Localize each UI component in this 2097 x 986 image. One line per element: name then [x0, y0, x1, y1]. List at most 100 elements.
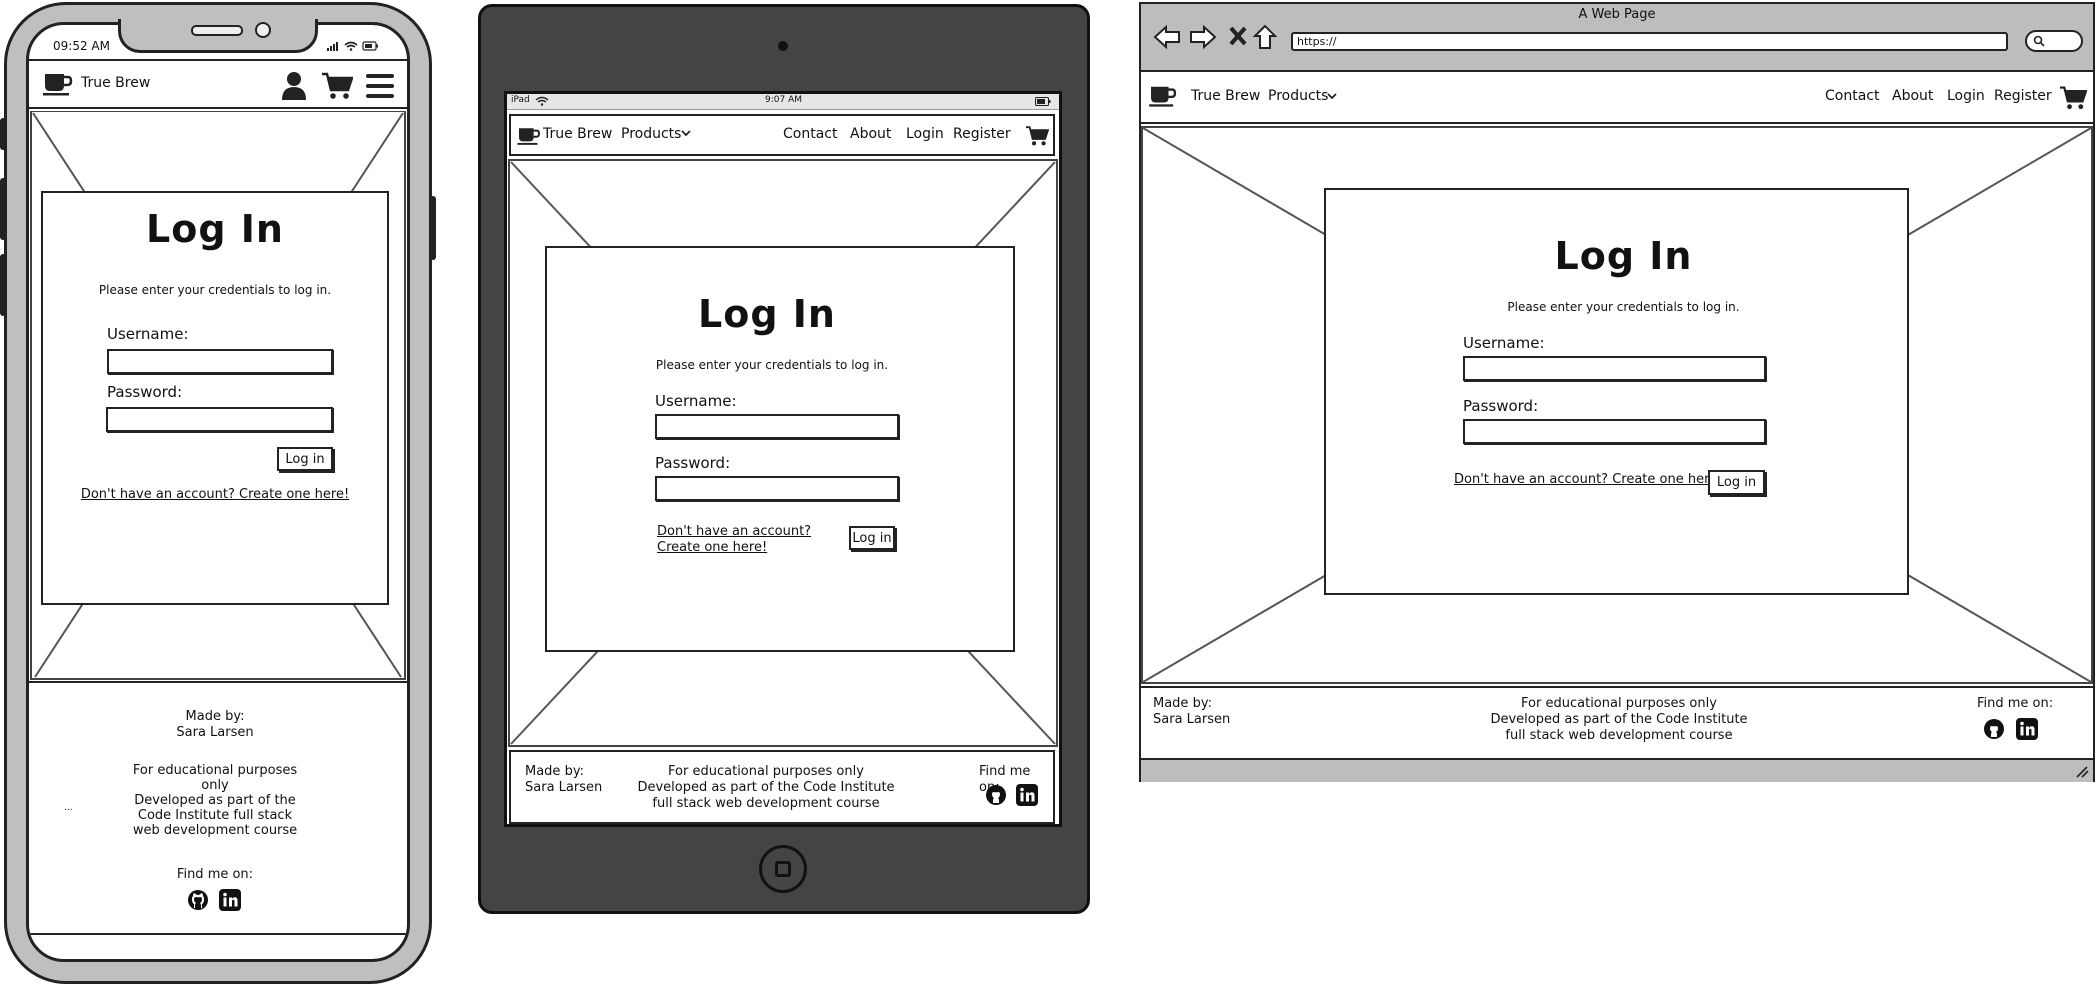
- address-bar[interactable]: https://: [1291, 32, 2008, 51]
- browser-status-bar: [1141, 758, 2093, 782]
- nav-products[interactable]: Products: [621, 126, 681, 142]
- footer-edu-line: web development course: [132, 823, 298, 838]
- coffee-cup-icon[interactable]: [43, 71, 73, 97]
- phone-power-button: [430, 196, 436, 260]
- brand-name[interactable]: True Brew: [1191, 88, 1260, 104]
- battery-icon: [1035, 97, 1051, 106]
- author-name: Sara Larsen: [1153, 712, 1231, 727]
- password-input[interactable]: [1463, 419, 1766, 444]
- password-label: Password:: [1463, 397, 1539, 415]
- linkedin-icon[interactable]: [2016, 718, 2038, 740]
- nav-login[interactable]: Login: [906, 126, 944, 142]
- made-by-label: Made by:: [525, 764, 584, 779]
- nav-contact[interactable]: Contact: [1825, 88, 1879, 104]
- author-name: Sara Larsen: [176, 725, 254, 740]
- coffee-cup-icon[interactable]: [517, 126, 541, 146]
- cart-icon[interactable]: [321, 71, 353, 101]
- username-input[interactable]: [107, 349, 333, 374]
- made-by-label: Made by:: [185, 709, 245, 724]
- wifi-icon: [535, 96, 549, 106]
- footer-edu-line: Developed as part of the Code Institute: [637, 780, 895, 795]
- login-button[interactable]: Log in: [277, 447, 333, 471]
- phone-status-icons: [325, 39, 381, 53]
- search-icon: [2033, 35, 2045, 47]
- back-arrow-icon[interactable]: [1153, 24, 1181, 50]
- brand-name[interactable]: True Brew: [543, 126, 612, 142]
- nav-register[interactable]: Register: [1994, 88, 2052, 104]
- nav-about[interactable]: About: [1892, 88, 1933, 104]
- phone-screen: 09:52 AM True Brew Log In Please enter y…: [26, 22, 410, 962]
- resize-handle-icon[interactable]: [2075, 766, 2089, 778]
- login-title: Log In: [698, 292, 836, 336]
- footer-edu-line: only: [201, 778, 229, 793]
- browser-toolbar: A Web Page https://: [1141, 4, 2093, 72]
- made-by-label: Made by:: [1153, 696, 1212, 711]
- home-icon[interactable]: [1253, 24, 1277, 50]
- signup-link[interactable]: Don't have an account?: [657, 524, 811, 539]
- cart-icon[interactable]: [2059, 85, 2087, 111]
- address-bar-url: https://: [1297, 35, 1337, 48]
- password-input[interactable]: [655, 476, 899, 501]
- tablet-status-time: 9:07 AM: [765, 95, 802, 105]
- login-button[interactable]: Log in: [849, 526, 895, 550]
- home-button-icon[interactable]: [759, 845, 807, 893]
- author-name: Sara Larsen: [525, 780, 603, 795]
- username-input[interactable]: [655, 414, 899, 439]
- tablet-status-device: iPad: [511, 95, 530, 105]
- footer-ellipsis: ...: [64, 803, 73, 813]
- login-button[interactable]: Log in: [1708, 470, 1765, 495]
- footer-edu-line: For educational purposes only: [668, 764, 864, 779]
- cart-icon[interactable]: [1025, 125, 1049, 147]
- tablet-screen: iPad 9:07 AM True Brew Products Contact …: [504, 91, 1062, 827]
- footer-edu-line: Code Institute full stack: [137, 808, 293, 823]
- footer-edu-line: full stack web development course: [1505, 728, 1733, 743]
- login-card: Log In Please enter your credentials to …: [41, 191, 389, 605]
- github-icon[interactable]: [187, 889, 209, 911]
- nav-register[interactable]: Register: [953, 126, 1011, 142]
- user-icon[interactable]: [281, 71, 307, 101]
- hamburger-menu-icon[interactable]: [366, 73, 394, 99]
- chevron-down-icon[interactable]: [1327, 93, 1337, 100]
- camera-icon: [778, 41, 788, 51]
- password-label: Password:: [655, 454, 731, 472]
- find-me-label: Find me on:: [1977, 696, 2054, 711]
- login-instructions: Please enter your credentials to log in.: [98, 283, 332, 297]
- phone-footer: Made by: Sara Larsen For educational pur…: [29, 681, 407, 935]
- github-icon[interactable]: [1983, 718, 2005, 740]
- phone-speaker: [191, 25, 243, 36]
- close-icon[interactable]: [1229, 26, 1247, 46]
- login-instructions: Please enter your credentials to log in.: [655, 358, 889, 372]
- nav-products[interactable]: Products: [1268, 88, 1328, 104]
- search-box[interactable]: [2025, 30, 2083, 52]
- password-input[interactable]: [106, 407, 333, 432]
- forward-arrow-icon[interactable]: [1189, 24, 1217, 50]
- chevron-down-icon[interactable]: [681, 130, 691, 137]
- tablet-footer: Made by: Sara Larsen For educational pur…: [509, 750, 1055, 824]
- linkedin-icon[interactable]: [219, 889, 241, 911]
- signup-link[interactable]: Create one here!: [657, 540, 767, 555]
- login-title: Log In: [146, 207, 284, 251]
- tablet-status-bar: iPad 9:07 AM: [507, 94, 1059, 110]
- signup-link[interactable]: Don't have an account? Create one here!: [1454, 472, 1722, 487]
- phone-status-time: 09:52 AM: [53, 39, 110, 53]
- nav-contact[interactable]: Contact: [783, 126, 837, 142]
- footer-edu-line: Developed as part of the: [134, 793, 296, 808]
- footer-edu-line: For educational purposes only: [1521, 696, 1717, 711]
- tablet-navbar: True Brew Products Contact About Login R…: [509, 114, 1055, 156]
- footer-edu-line: For educational purposes: [132, 763, 298, 778]
- browser-window-title: A Web Page: [1578, 7, 1656, 22]
- username-label: Username:: [655, 392, 737, 410]
- nav-login[interactable]: Login: [1947, 88, 1985, 104]
- phone-side-button: [0, 254, 6, 316]
- username-input[interactable]: [1463, 356, 1766, 381]
- linkedin-icon[interactable]: [1016, 784, 1038, 806]
- browser-footer: Made by: Sara Larsen For educational pur…: [1141, 686, 2093, 758]
- signup-link[interactable]: Don't have an account? Create one here!: [43, 487, 387, 502]
- github-icon[interactable]: [985, 784, 1007, 806]
- nav-about[interactable]: About: [850, 126, 891, 142]
- brand-name[interactable]: True Brew: [81, 75, 150, 91]
- coffee-cup-icon[interactable]: [1149, 84, 1177, 108]
- phone-navbar: True Brew: [29, 59, 407, 109]
- footer-edu-line: full stack web development course: [652, 796, 880, 811]
- username-label: Username:: [1463, 334, 1545, 352]
